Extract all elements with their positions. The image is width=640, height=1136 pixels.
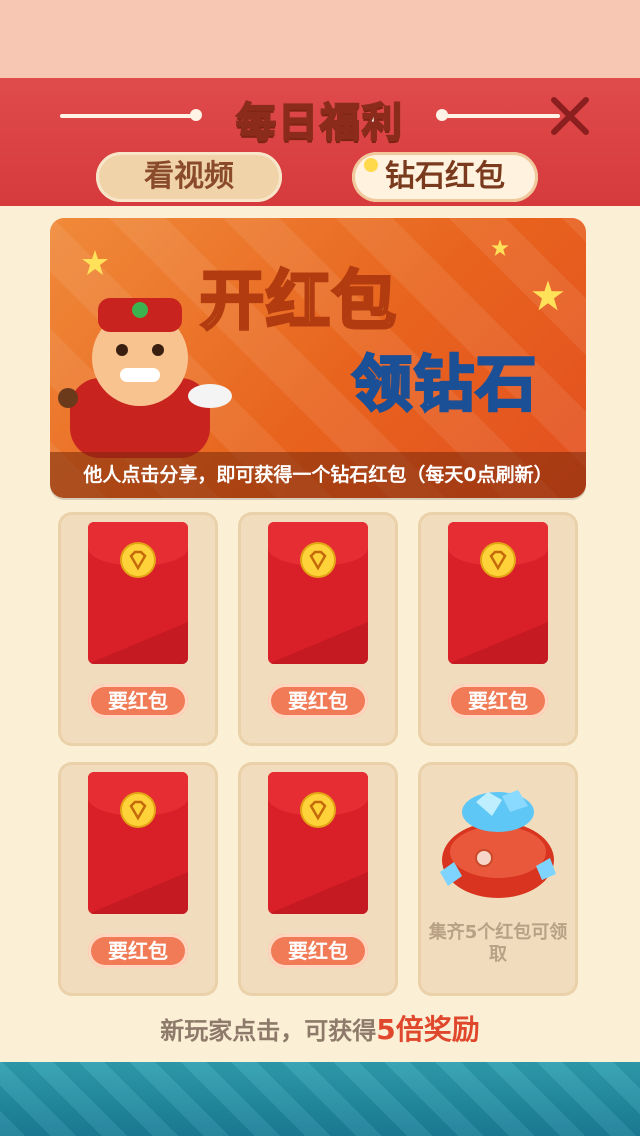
red-envelope [448, 522, 548, 664]
red-envelope [88, 772, 188, 914]
diamond-reward-card[interactable]: 集齐5个红包可领取 [418, 762, 578, 996]
new-player-bonus-note: 新玩家点击，可获得5倍奖励 [0, 1008, 640, 1048]
red-packet-card: 要红包 [58, 762, 218, 996]
bonus-note-highlight: 5倍奖励 [376, 1013, 480, 1046]
title-decor-left [60, 114, 196, 118]
red-envelope [268, 772, 368, 914]
collect-reward-hint: 集齐5个红包可领取 [428, 922, 568, 965]
get-red-packet-button[interactable]: 要红包 [88, 934, 188, 968]
close-icon [551, 97, 589, 135]
red-packet-card: 要红包 [238, 762, 398, 996]
diamond-coin-icon [302, 794, 334, 826]
bonus-note-prefix: 新玩家点击，可获得 [160, 1017, 377, 1045]
get-red-packet-button[interactable]: 要红包 [268, 684, 368, 718]
star-icon [532, 280, 564, 311]
get-red-packet-button[interactable]: 要红包 [268, 934, 368, 968]
panel-header: 每日福利 看视频 钻石红包 [0, 78, 640, 206]
get-red-packet-button[interactable]: 要红包 [88, 684, 188, 718]
red-envelope [268, 522, 368, 664]
tab-watch-video[interactable]: 看视频 [96, 152, 282, 202]
banner-title-get-diamonds: 领钻石 [351, 349, 538, 422]
title-decor-right [440, 114, 560, 118]
banner-caption: 他人点击分享，即可获得一个钻石红包（每天0点刷新） [50, 452, 586, 498]
tab-selected-indicator [364, 158, 378, 172]
tab-diamond-red-packet[interactable]: 钻石红包 [352, 152, 538, 202]
diamond-coin-icon [122, 794, 154, 826]
red-packet-card: 要红包 [58, 512, 218, 746]
get-red-packet-button[interactable]: 要红包 [448, 684, 548, 718]
red-packet-card: 要红包 [238, 512, 398, 746]
title-decor-dot-left [190, 109, 202, 121]
page-title: 每日福利 [235, 99, 404, 147]
diamond-coin-icon [482, 544, 514, 576]
star-icon [491, 239, 509, 256]
close-button[interactable] [548, 94, 592, 138]
top-backdrop [0, 0, 640, 78]
bottom-backdrop [0, 1062, 640, 1136]
promo-banner: 开红包 领钻石 他人点击分享，即可获得一个钻石红包（每天0点刷新） [50, 218, 586, 498]
banner-title-open-packet: 开红包 [199, 264, 398, 341]
diamond-pouch-icon [440, 790, 556, 898]
red-packet-card: 要红包 [418, 512, 578, 746]
star-icon [82, 250, 108, 275]
daily-welfare-panel: 每日福利 看视频 钻石红包 开红包 领钻石 他人点击分享，即可获得一个钻石红包（… [0, 78, 640, 1062]
red-envelope [88, 522, 188, 664]
diamond-coin-icon [302, 544, 334, 576]
diamond-coin-icon [122, 544, 154, 576]
